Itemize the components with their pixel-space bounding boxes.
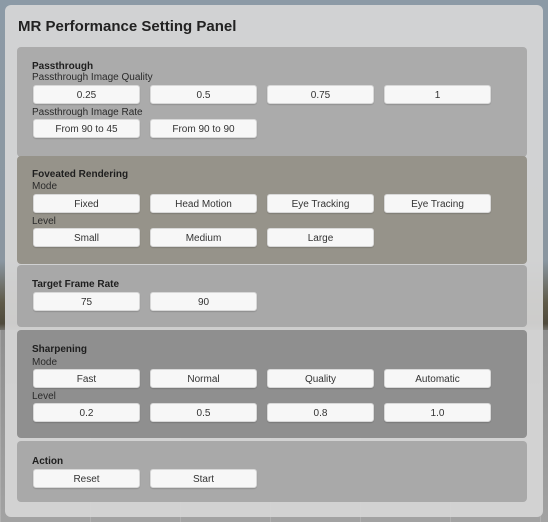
sharpening-mode-button-normal[interactable]: Normal — [150, 369, 257, 388]
reset-button[interactable]: Reset — [33, 469, 140, 488]
foveated-mode-button-eye-tracking[interactable]: Eye Tracking — [267, 194, 374, 213]
passthrough-section: Passthrough Passthrough Image Quality 0.… — [17, 47, 527, 157]
foveated-rendering-section: Foveated Rendering Mode Fixed Head Motio… — [17, 156, 527, 264]
sharpening-mode-button-automatic[interactable]: Automatic — [384, 369, 491, 388]
foveated-level-button-large[interactable]: Large — [267, 228, 374, 247]
frame-rate-title: Target Frame Rate — [32, 279, 120, 290]
foveated-level-button-medium[interactable]: Medium — [150, 228, 257, 247]
foveated-mode-button-fixed[interactable]: Fixed — [33, 194, 140, 213]
passthrough-quality-button-0.5[interactable]: 0.5 — [150, 85, 257, 104]
foveated-mode-label: Mode — [32, 181, 58, 192]
passthrough-rate-button-90-to-45[interactable]: From 90 to 45 — [33, 119, 140, 138]
action-title: Action — [32, 456, 64, 467]
start-button[interactable]: Start — [150, 469, 257, 488]
foveated-title: Foveated Rendering — [32, 169, 129, 180]
sharpening-mode-button-quality[interactable]: Quality — [267, 369, 374, 388]
sharpening-level-button-0.8[interactable]: 0.8 — [267, 403, 374, 422]
sharpening-level-button-0.5[interactable]: 0.5 — [150, 403, 257, 422]
passthrough-quality-button-0.75[interactable]: 0.75 — [267, 85, 374, 104]
sharpening-mode-button-fast[interactable]: Fast — [33, 369, 140, 388]
sharpening-title: Sharpening — [32, 344, 88, 355]
foveated-mode-button-eye-tracing[interactable]: Eye Tracing — [384, 194, 491, 213]
sharpening-level-button-0.2[interactable]: 0.2 — [33, 403, 140, 422]
action-section: Action Reset Start — [17, 441, 527, 502]
passthrough-rate-button-90-to-90[interactable]: From 90 to 90 — [150, 119, 257, 138]
panel-title: MR Performance Setting Panel — [18, 18, 237, 35]
frame-rate-button-75[interactable]: 75 — [33, 292, 140, 311]
foveated-level-label: Level — [32, 216, 56, 227]
sharpening-mode-label: Mode — [32, 357, 58, 368]
passthrough-quality-label: Passthrough Image Quality — [32, 72, 153, 83]
passthrough-quality-button-1[interactable]: 1 — [384, 85, 491, 104]
sharpening-level-button-1.0[interactable]: 1.0 — [384, 403, 491, 422]
passthrough-quality-button-0.25[interactable]: 0.25 — [33, 85, 140, 104]
passthrough-rate-label: Passthrough Image Rate — [32, 107, 143, 118]
sharpening-section: Sharpening Mode Fast Normal Quality Auto… — [17, 330, 527, 438]
foveated-mode-button-head-motion[interactable]: Head Motion — [150, 194, 257, 213]
passthrough-title: Passthrough — [32, 61, 94, 72]
target-frame-rate-section: Target Frame Rate 75 90 — [17, 265, 527, 327]
settings-panel: MR Performance Setting Panel Passthrough… — [5, 5, 543, 517]
frame-rate-button-90[interactable]: 90 — [150, 292, 257, 311]
foveated-level-button-small[interactable]: Small — [33, 228, 140, 247]
sharpening-level-label: Level — [32, 391, 56, 402]
